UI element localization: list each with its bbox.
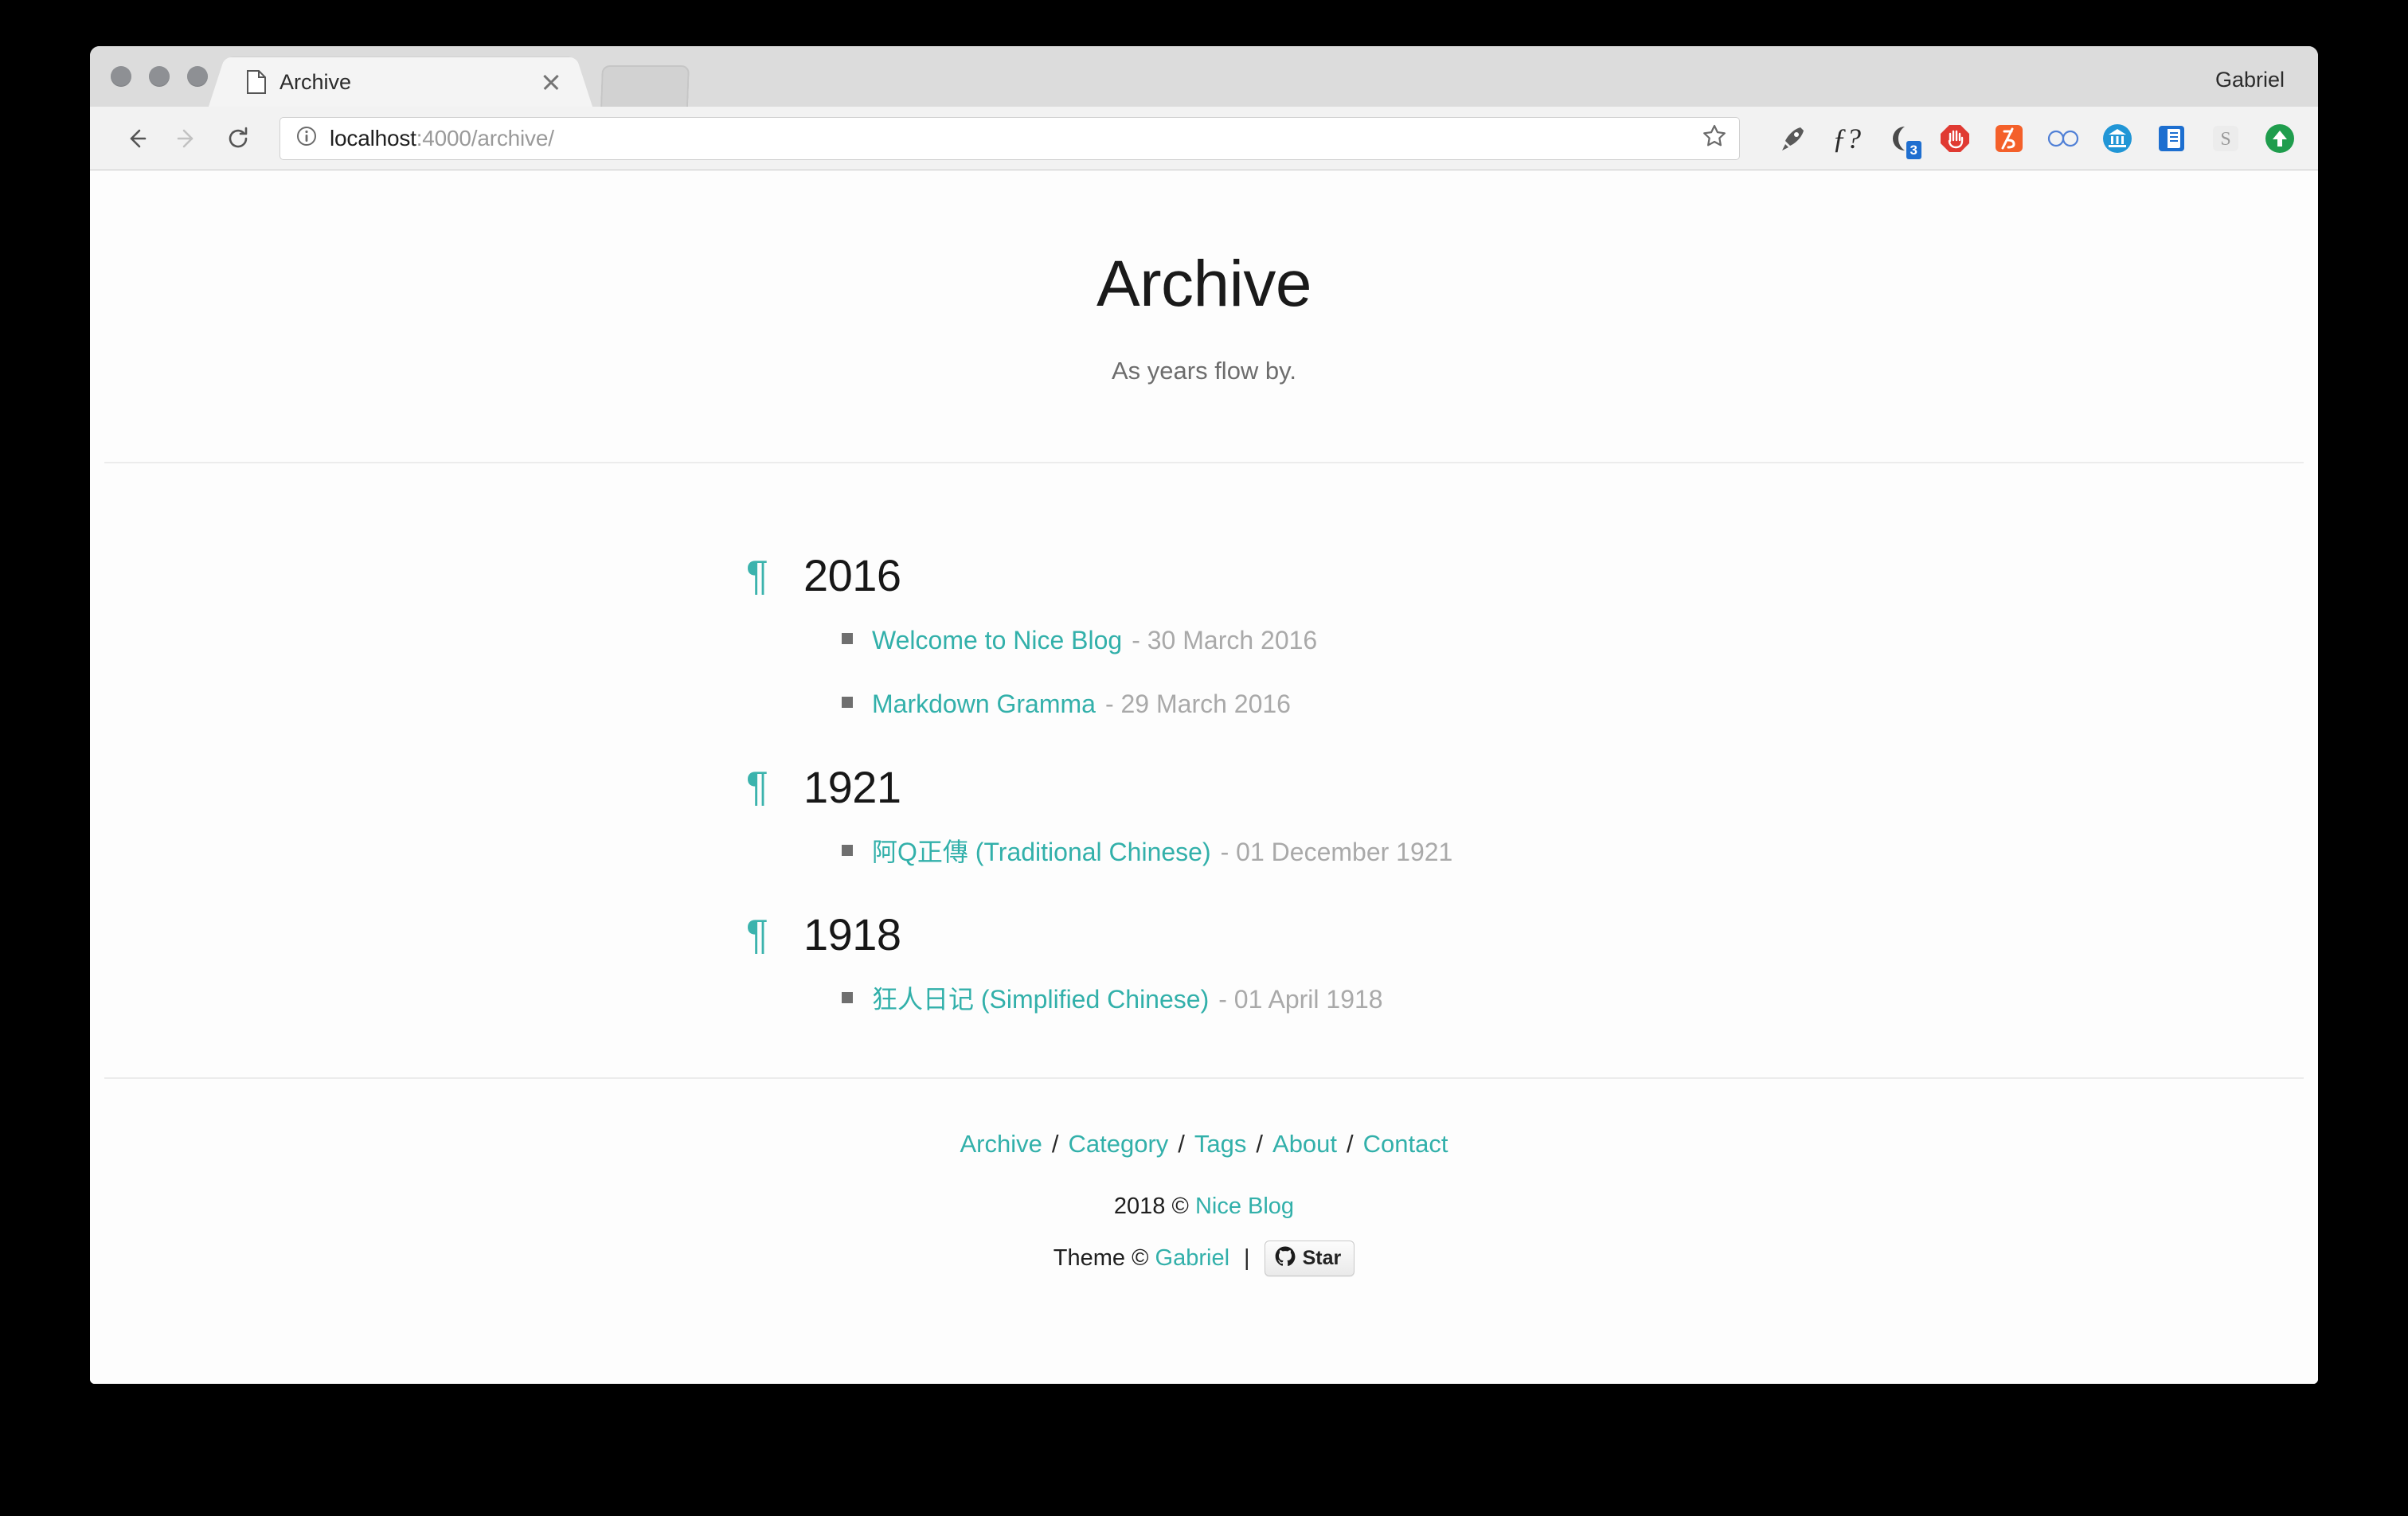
pilcrow-icon[interactable]: ¶	[746, 555, 791, 596]
footer-link-contact[interactable]: Contact	[1363, 1130, 1448, 1158]
page-viewport: Archive As years flow by. ¶ 2016 Welcome…	[90, 170, 2318, 1384]
year-group: ¶ 1921 阿Q正傳 (Traditional Chinese) - 01 D…	[93, 761, 2315, 867]
new-tab-button[interactable]	[600, 65, 690, 107]
footer-pipe: |	[1244, 1244, 1250, 1271]
post-link[interactable]: 阿Q正傳 (Traditional Chinese)	[872, 837, 1211, 867]
year-label: 1918	[803, 909, 901, 960]
page-subtitle: As years flow by.	[1111, 357, 1296, 385]
page-content: Archive As years flow by. ¶ 2016 Welcome…	[93, 223, 2315, 1276]
book-icon[interactable]	[2154, 121, 2189, 156]
theme-author-link[interactable]: Gabriel	[1155, 1245, 1230, 1272]
site-footer: Archive / Category / Tags / About / Contact 2018…	[93, 1079, 2315, 1276]
close-icon[interactable]	[539, 70, 563, 94]
adblock-stop-hand-icon[interactable]	[1937, 121, 1972, 156]
year-label: 2016	[803, 550, 901, 601]
footer-separator: /	[1051, 1129, 1059, 1158]
post-date: - 29 March 2016	[1104, 690, 1291, 719]
list-item: 阿Q正傳 (Traditional Chinese) - 01 December…	[842, 837, 2315, 867]
post-link[interactable]: Welcome to Nice Blog	[872, 625, 1122, 655]
minimize-window-button[interactable]	[149, 66, 170, 87]
footer-separator: /	[1347, 1129, 1354, 1158]
footer-link-category[interactable]: Category	[1068, 1130, 1168, 1158]
bullet-icon	[842, 633, 853, 645]
archive-list: ¶ 2016 Welcome to Nice Blog - 30 March 2…	[93, 463, 2315, 1015]
rocket-icon[interactable]	[1775, 121, 1810, 156]
browser-window: Archive Gabriel localhost:4000/archive/ …	[90, 46, 2318, 1384]
footer-link-archive[interactable]: Archive	[960, 1130, 1042, 1158]
url-text[interactable]: localhost:4000/archive/	[330, 126, 1693, 151]
back-arrow-icon[interactable]	[114, 116, 158, 161]
footer-link-about[interactable]: About	[1272, 1130, 1337, 1158]
post-date: - 01 April 1918	[1218, 985, 1383, 1014]
code-slash-icon[interactable]	[1992, 121, 2027, 156]
post-list: 阿Q正傳 (Traditional Chinese) - 01 December…	[93, 837, 2315, 867]
green-up-arrow-icon[interactable]	[2262, 121, 2297, 156]
list-item: Markdown Gramma - 29 March 2016	[842, 689, 2315, 719]
github-star-label: Star	[1302, 1246, 1342, 1269]
github-star-button[interactable]: Star	[1264, 1240, 1355, 1276]
post-link[interactable]: Markdown Gramma	[872, 689, 1096, 719]
footer-copyright: 2018 © Nice Blog	[93, 1194, 2315, 1220]
year-heading: ¶ 2016	[93, 549, 2315, 601]
document-icon	[246, 70, 267, 94]
bullet-icon	[842, 844, 853, 856]
bullet-icon	[842, 992, 853, 1004]
pilcrow-icon[interactable]: ¶	[746, 766, 791, 807]
footer-theme-credit: Theme © Gabriel | Star	[93, 1240, 2315, 1276]
moon-icon[interactable]: 3	[1883, 121, 1921, 159]
profile-name[interactable]: Gabriel	[2215, 68, 2318, 107]
post-link[interactable]: 狂人日记 (Simplified Chinese)	[872, 984, 1209, 1014]
site-header: Archive As years flow by.	[93, 223, 2315, 385]
copyright-site-link[interactable]: Nice Blog	[1195, 1194, 1294, 1219]
bank-museum-icon[interactable]	[2100, 121, 2135, 156]
glasses-infinity-icon[interactable]	[2046, 121, 2081, 156]
reload-icon[interactable]	[216, 116, 260, 161]
post-list: Welcome to Nice Blog - 30 March 2016 Mar…	[93, 625, 2315, 720]
copyright-year: 2018 ©	[1113, 1193, 1189, 1219]
footer-separator: /	[1178, 1129, 1185, 1158]
url-path: :4000/archive/	[416, 125, 554, 150]
year-heading: ¶ 1921	[93, 761, 2315, 813]
footer-nav: Archive / Category / Tags / About / Contact	[93, 1130, 2315, 1158]
star-outline-icon[interactable]	[1701, 123, 1728, 154]
bullet-icon	[842, 697, 853, 709]
function-question-icon[interactable]: ƒ?	[1829, 121, 1864, 156]
list-item: Welcome to Nice Blog - 30 March 2016	[842, 625, 2315, 655]
footer-separator: /	[1256, 1129, 1264, 1158]
year-group: ¶ 2016 Welcome to Nice Blog - 30 March 2…	[93, 549, 2315, 720]
tab-title: Archive	[280, 69, 352, 94]
close-window-button[interactable]	[111, 66, 131, 87]
footer-link-tags[interactable]: Tags	[1194, 1130, 1246, 1158]
post-list: 狂人日记 (Simplified Chinese) - 01 April 191…	[93, 984, 2315, 1014]
browser-tab-archive[interactable]: Archive	[225, 57, 576, 107]
year-group: ¶ 1918 狂人日记 (Simplified Chinese) - 01 Ap…	[93, 908, 2315, 1014]
page-title: Archive	[1096, 248, 1312, 320]
year-heading: ¶ 1918	[93, 908, 2315, 960]
maximize-window-button[interactable]	[187, 66, 208, 87]
year-label: 1921	[803, 761, 901, 812]
url-host: localhost	[330, 125, 416, 150]
github-octocat-icon	[1275, 1246, 1296, 1271]
post-date: - 30 March 2016	[1132, 626, 1318, 655]
browser-toolbar: localhost:4000/archive/ ƒ? 3 S	[90, 107, 2318, 170]
theme-prefix: Theme ©	[1053, 1244, 1149, 1271]
address-bar[interactable]: localhost:4000/archive/	[280, 116, 1740, 160]
letter-s-icon[interactable]: S	[2208, 121, 2243, 156]
extensions-bar: ƒ? 3 S	[1757, 121, 2297, 159]
tab-strip: Archive Gabriel	[90, 46, 2318, 107]
forward-arrow-icon[interactable]	[165, 116, 209, 161]
post-date: - 01 December 1921	[1220, 837, 1453, 866]
info-circle-icon[interactable]	[295, 124, 319, 152]
svg-text:S: S	[2220, 129, 2230, 150]
window-controls	[90, 46, 224, 107]
list-item: 狂人日记 (Simplified Chinese) - 01 April 191…	[842, 984, 2315, 1014]
pilcrow-icon[interactable]: ¶	[746, 914, 791, 955]
extension-badge-count: 3	[1906, 140, 1921, 159]
